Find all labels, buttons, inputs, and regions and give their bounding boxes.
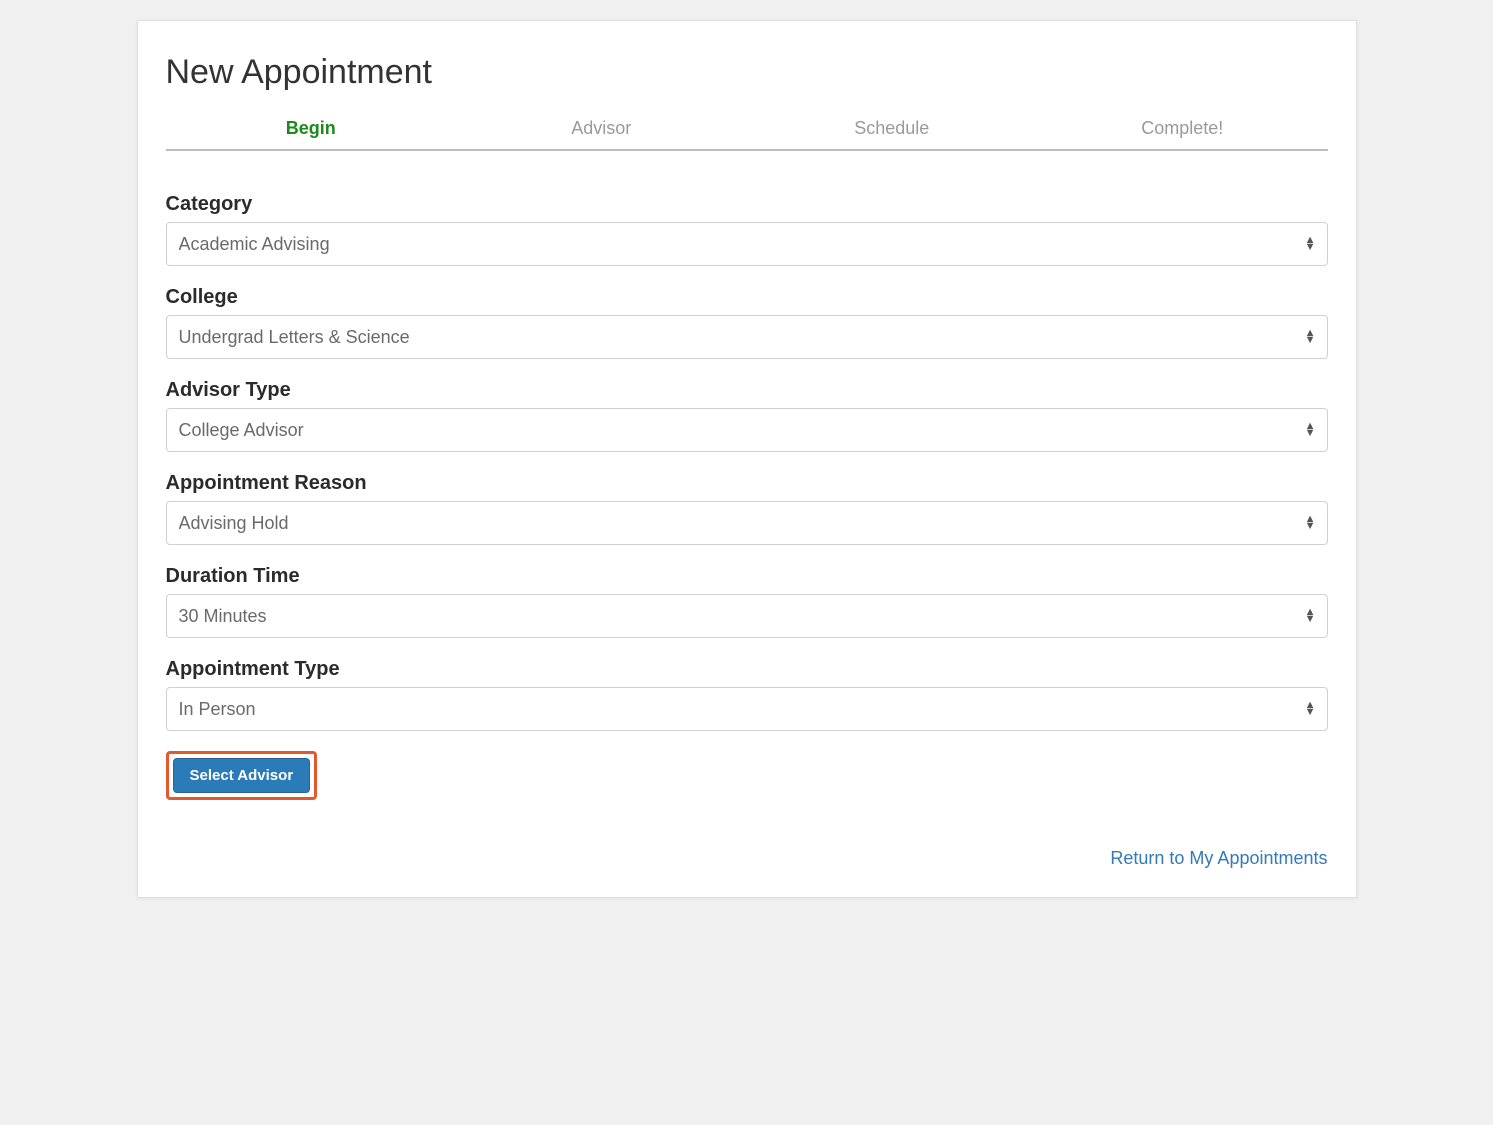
college-select-wrap: Undergrad Letters & Science ▲▼ — [166, 315, 1328, 359]
appointment-panel: New Appointment Begin Advisor Schedule C… — [137, 20, 1357, 898]
appointment-type-select-wrap: In Person ▲▼ — [166, 687, 1328, 731]
actions-row: Select Advisor — [166, 751, 1328, 800]
tab-label: Complete! — [1141, 118, 1223, 138]
appointment-reason-select-wrap: Advising Hold ▲▼ — [166, 501, 1328, 545]
tab-complete[interactable]: Complete! — [1037, 110, 1328, 149]
advisor-type-label: Advisor Type — [166, 379, 1328, 402]
category-select[interactable]: Academic Advising — [166, 222, 1328, 266]
tab-begin[interactable]: Begin — [166, 110, 457, 149]
tab-label: Schedule — [854, 118, 929, 138]
duration-time-label: Duration Time — [166, 565, 1328, 588]
college-select[interactable]: Undergrad Letters & Science — [166, 315, 1328, 359]
select-advisor-highlight: Select Advisor — [166, 751, 318, 800]
appointment-type-select[interactable]: In Person — [166, 687, 1328, 731]
advisor-type-select[interactable]: College Advisor — [166, 408, 1328, 452]
duration-time-select-wrap: 30 Minutes ▲▼ — [166, 594, 1328, 638]
tab-label: Advisor — [571, 118, 631, 138]
return-link-row: Return to My Appointments — [166, 848, 1328, 869]
category-select-wrap: Academic Advising ▲▼ — [166, 222, 1328, 266]
advisor-type-select-wrap: College Advisor ▲▼ — [166, 408, 1328, 452]
return-to-appointments-link[interactable]: Return to My Appointments — [1110, 848, 1327, 868]
category-label: Category — [166, 193, 1328, 216]
tab-schedule[interactable]: Schedule — [747, 110, 1038, 149]
select-advisor-button[interactable]: Select Advisor — [173, 758, 311, 793]
step-tabs: Begin Advisor Schedule Complete! — [166, 110, 1328, 151]
college-label: College — [166, 286, 1328, 309]
appointment-reason-label: Appointment Reason — [166, 472, 1328, 495]
duration-time-select[interactable]: 30 Minutes — [166, 594, 1328, 638]
page-title: New Appointment — [166, 53, 1328, 92]
appointment-type-label: Appointment Type — [166, 658, 1328, 681]
tab-label: Begin — [286, 118, 336, 138]
appointment-reason-select[interactable]: Advising Hold — [166, 501, 1328, 545]
tab-advisor[interactable]: Advisor — [456, 110, 747, 149]
